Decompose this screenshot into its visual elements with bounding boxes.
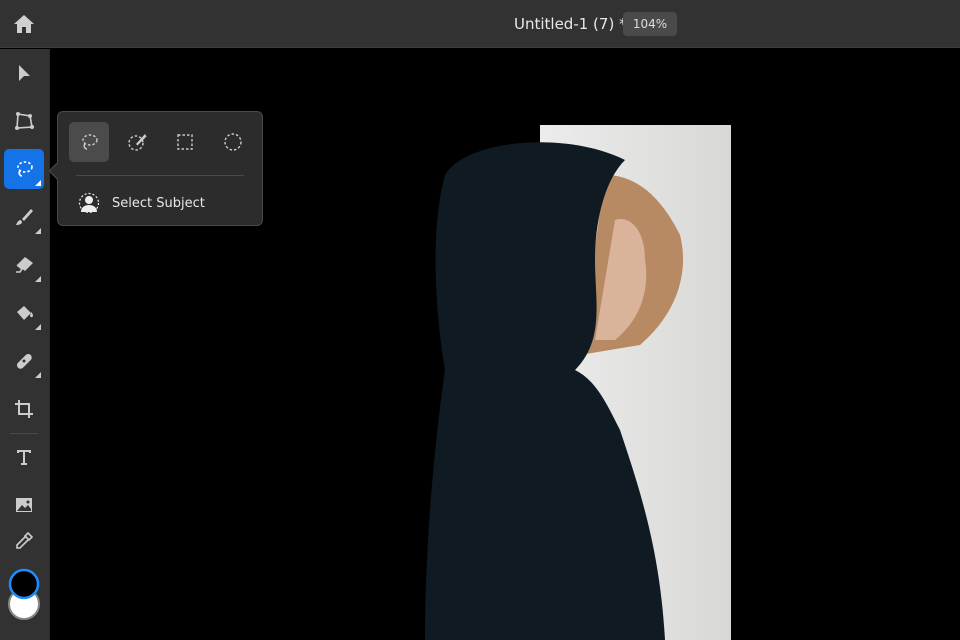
image-icon [16,498,32,512]
transform-tool[interactable] [4,101,44,141]
toolbar-divider [10,433,38,434]
submenu-indicator [35,324,41,330]
quick-selection-icon [128,134,147,151]
home-icon [14,15,34,33]
selection-tools-popup: Select Subject [48,111,263,226]
eyedropper-icon [16,531,34,549]
submenu-indicator [35,372,41,378]
brush-tool[interactable] [4,197,44,237]
transform-icon [15,112,34,130]
place-image-tool[interactable] [4,485,44,525]
lasso-icon [82,134,98,150]
type-tool[interactable] [4,437,44,477]
lasso-select-tool[interactable] [4,149,44,189]
eraser-icon [16,257,33,273]
crop-icon [15,400,33,418]
quick-selection-option[interactable] [117,122,157,162]
bandage-icon [16,353,32,369]
submenu-indicator [35,180,41,186]
move-tool[interactable] [4,53,44,93]
top-bar: Untitled-1 (7) * 104% [0,0,960,48]
elliptical-marquee-option[interactable] [213,122,253,162]
zoom-level[interactable]: 104% [623,12,677,36]
healing-tool[interactable] [4,341,44,381]
toolbar [0,49,50,640]
paint-bucket-icon [17,306,33,320]
lasso-option[interactable] [69,122,109,162]
arrow-icon [19,65,30,81]
fill-tool[interactable] [4,293,44,333]
eyedropper-tool[interactable] [4,521,44,561]
crop-tool[interactable] [4,389,44,429]
select-subject-icon [78,192,100,214]
type-icon [17,450,31,465]
color-swatches[interactable] [6,568,44,622]
ellipse-marquee-icon [224,133,242,151]
eraser-tool[interactable] [4,245,44,285]
document-title[interactable]: Untitled-1 (7) * [514,15,627,33]
rectangular-marquee-option[interactable] [165,122,205,162]
foreground-color-swatch[interactable] [8,568,40,600]
home-button[interactable] [12,12,36,36]
rectangle-marquee-icon [177,134,193,150]
lasso-icon [17,161,33,177]
submenu-indicator [35,276,41,282]
select-subject-label: Select Subject [112,195,205,211]
popup-divider [76,175,244,176]
brush-icon [16,209,33,225]
select-subject-button[interactable]: Select Subject [78,192,205,214]
submenu-indicator [35,228,41,234]
